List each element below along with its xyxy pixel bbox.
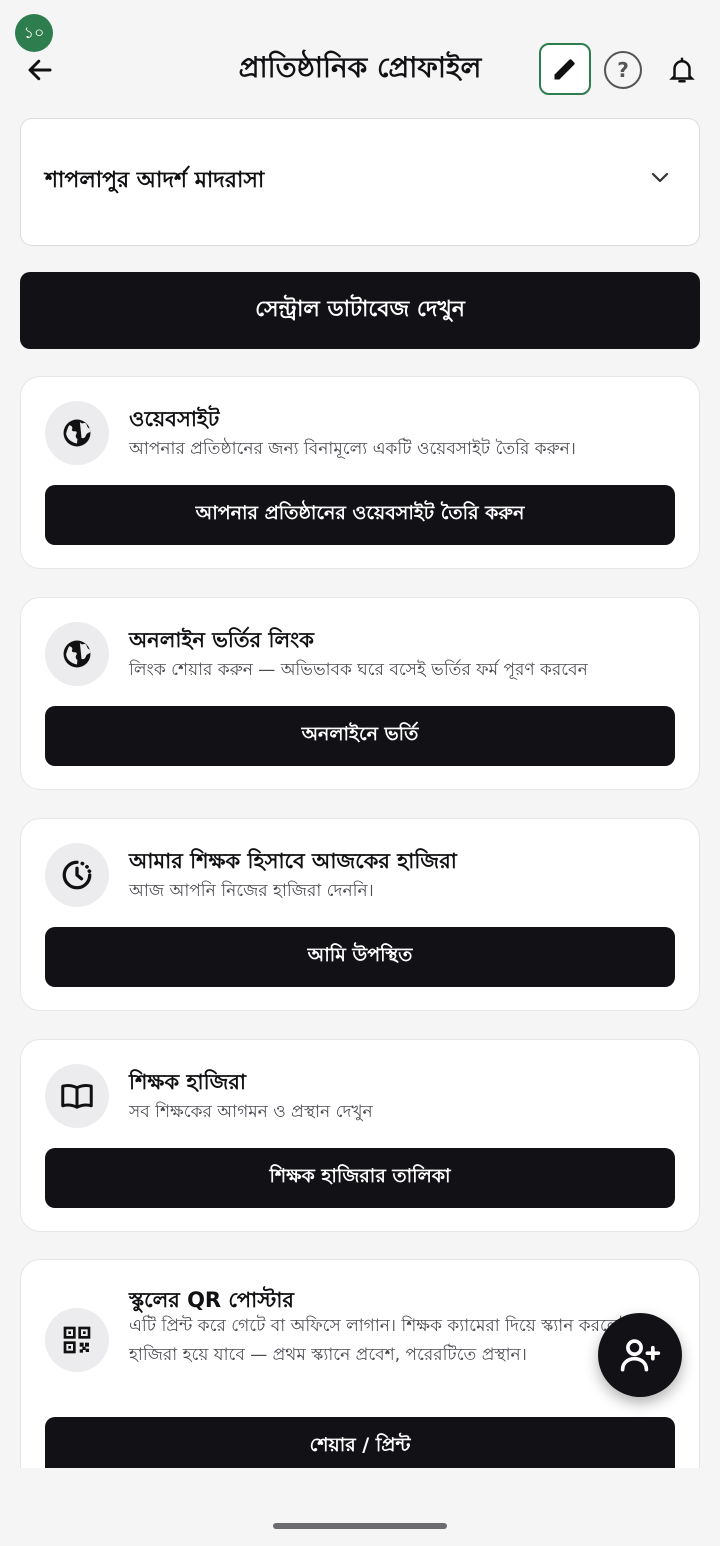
help-button[interactable]: ? (604, 51, 642, 89)
qr-poster-card-icon (45, 1308, 109, 1372)
online-admission-card-description: লিংক শেয়ার করুন — অভিভাবক ঘরে বসেই ভর্ত… (129, 660, 588, 680)
clock-icon (62, 860, 92, 890)
mark-present-button[interactable]: আমি উপস্থিত (45, 927, 675, 987)
teacher-attendance-card-icon (45, 1064, 109, 1128)
question-icon: ? (617, 58, 629, 82)
website-card: ওয়েবসাইট আপনার প্রতিষ্ঠানের জন্য বিনামূ… (20, 376, 700, 569)
central-database-button[interactable]: সেন্ট্রাল ডাটাবেজ দেখুন (20, 272, 700, 349)
online-admission-card-icon (45, 622, 109, 686)
chevron-down-icon (651, 172, 669, 183)
book-icon (61, 1084, 93, 1109)
institution-select[interactable]: শাপলাপুর আদর্শ মাদরাসা (20, 118, 700, 246)
my-attendance-card-icon (45, 843, 109, 907)
notifications-button[interactable] (664, 52, 700, 88)
teacher-attendance-card-title: শিক্ষক হাজিরা (129, 1070, 247, 1094)
my-attendance-card-description: আজ আপনি নিজের হাজিরা দেননি। (129, 881, 374, 901)
website-card-description: আপনার প্রতিষ্ঠানের জন্য বিনামূল্যে একটি … (129, 439, 576, 459)
qr-code-icon (63, 1326, 91, 1354)
website-card-title: ওয়েবসাইট (129, 407, 220, 431)
teacher-attendance-card: শিক্ষক হাজিরা সব শিক্ষকের আগমন ও প্রস্থা… (20, 1039, 700, 1232)
bell-icon (669, 57, 695, 83)
teacher-attendance-card-description: সব শিক্ষকের আগমন ও প্রস্থান দেখুন (129, 1102, 373, 1122)
online-admission-card-title: অনলাইন ভর্তির লিংক (129, 628, 314, 652)
back-button[interactable] (22, 52, 58, 88)
teacher-attendance-list-button[interactable]: শিক্ষক হাজিরার তালিকা (45, 1148, 675, 1208)
page-title: প্রাতিষ্ঠানিক প্রোফাইল (238, 51, 482, 84)
my-attendance-card: আমার শিক্ষক হিসাবে আজকের হাজিরা আজ আপনি … (20, 818, 700, 1011)
bottom-system-area (0, 1468, 720, 1546)
pencil-icon (554, 59, 575, 80)
edit-button[interactable] (539, 43, 591, 95)
globe-icon (63, 640, 91, 668)
add-teacher-fab[interactable] (598, 1313, 682, 1397)
arrow-left-icon (28, 59, 52, 81)
online-admission-button[interactable]: অনলাইনে ভর্তি (45, 706, 675, 766)
home-indicator[interactable] (273, 1523, 447, 1529)
institution-select-value: শাপলাপুর আদর্শ মাদরাসা (45, 168, 265, 193)
globe-icon (63, 419, 91, 447)
online-admission-card: অনলাইন ভর্তির লিংক লিংক শেয়ার করুন — অভ… (20, 597, 700, 790)
app-header: প্রাতিষ্ঠানিক প্রোফাইল ? (0, 38, 720, 98)
website-card-icon (45, 401, 109, 465)
create-website-button[interactable]: আপনার প্রতিষ্ঠানের ওয়েবসাইট তৈরি করুন (45, 485, 675, 545)
person-add-icon (620, 1339, 661, 1372)
my-attendance-card-title: আমার শিক্ষক হিসাবে আজকের হাজিরা (129, 849, 457, 873)
